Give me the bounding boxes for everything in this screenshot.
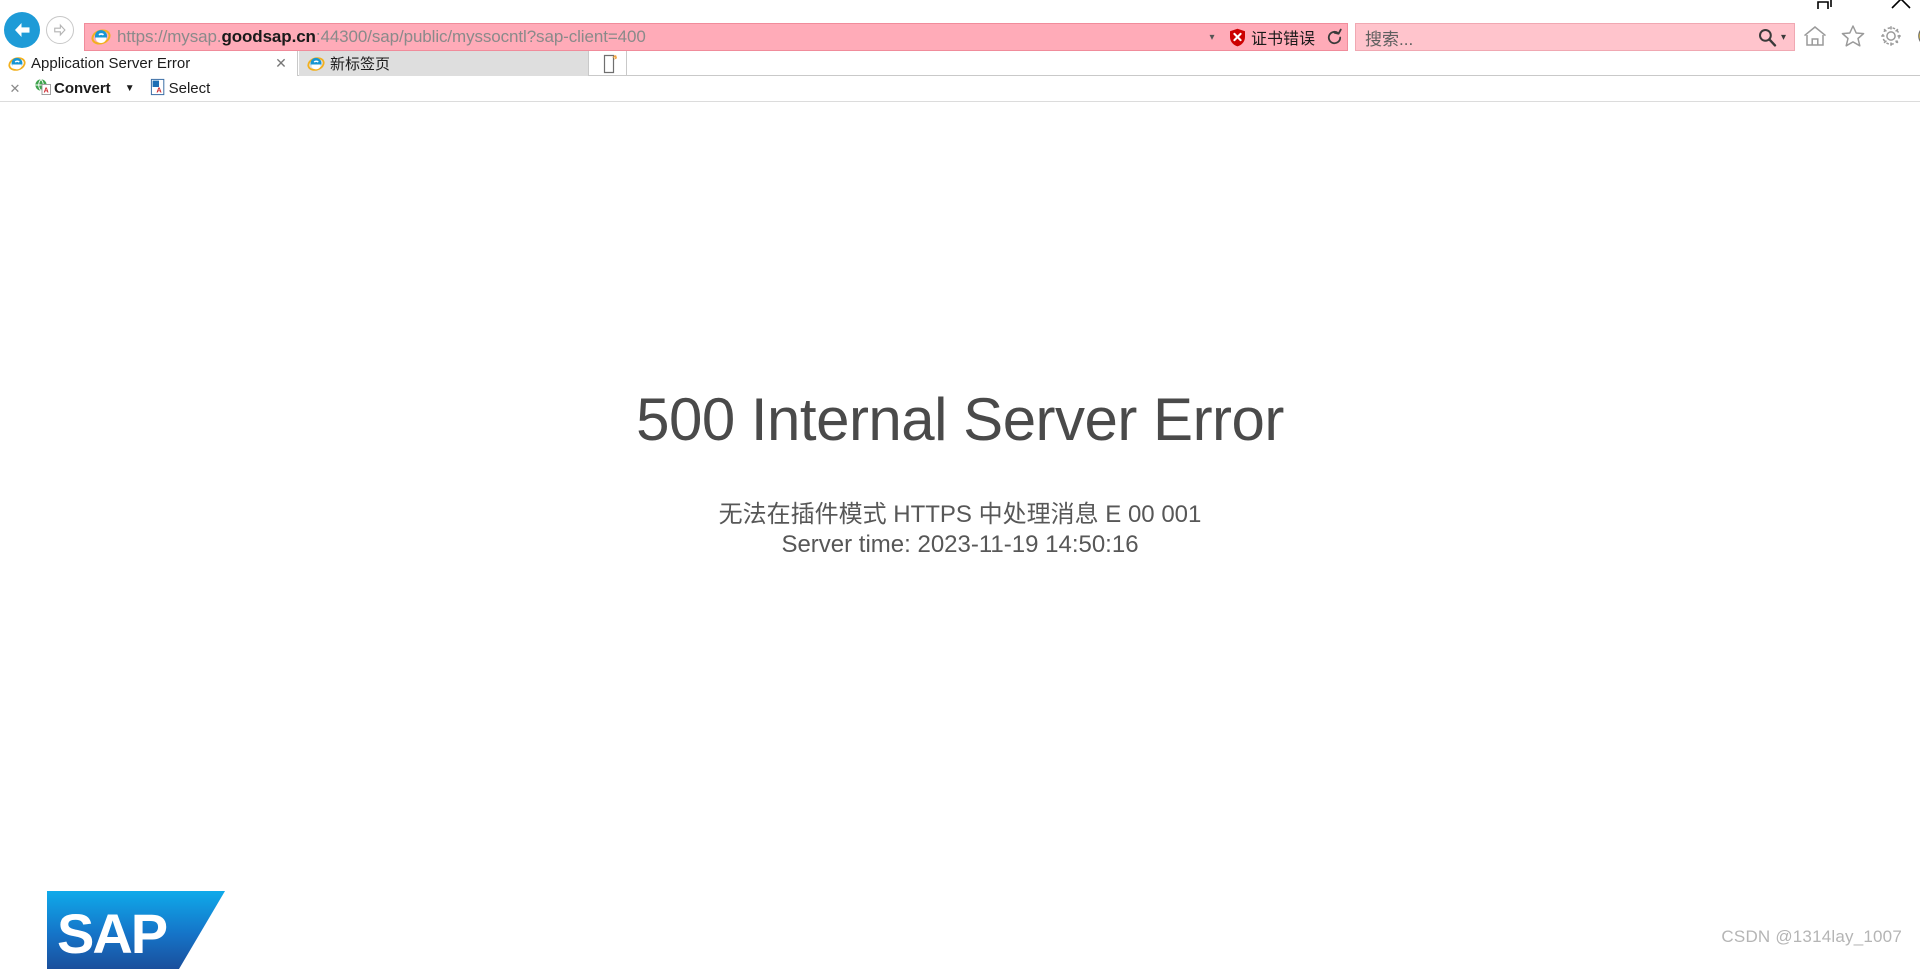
search-submit-button[interactable]: ▾ bbox=[1757, 27, 1794, 47]
url-protocol: https:// bbox=[117, 27, 168, 46]
select-label: Select bbox=[168, 80, 211, 97]
tab-label: 新标签页 bbox=[330, 56, 391, 73]
svg-text:A: A bbox=[44, 87, 49, 94]
sap-logo: SAP bbox=[47, 891, 225, 969]
convert-icon: A bbox=[34, 78, 52, 100]
smiley-feedback-icon[interactable] bbox=[1914, 21, 1920, 51]
csdn-watermark: CSDN @1314lay_1007 bbox=[1721, 927, 1902, 946]
adobe-pdf-command-bar: ✕ A Convert ▼ A Select bbox=[0, 76, 1920, 102]
certificate-error-label: 证书错误 bbox=[1250, 31, 1315, 48]
search-dropdown-caret-icon[interactable]: ▾ bbox=[1781, 32, 1786, 43]
tab-new-tab-page[interactable]: 新标签页 bbox=[299, 51, 589, 76]
refresh-icon bbox=[1327, 28, 1342, 44]
convert-button[interactable]: A Convert bbox=[30, 78, 115, 100]
refresh-button[interactable] bbox=[1321, 28, 1347, 47]
search-input[interactable]: 搜索... ▾ bbox=[1355, 23, 1795, 51]
command-bar-close-icon[interactable]: ✕ bbox=[0, 81, 30, 97]
select-icon: A bbox=[149, 78, 167, 100]
settings-gear-icon[interactable] bbox=[1876, 21, 1906, 51]
window-chrome-strip bbox=[0, 0, 1920, 11]
tab-application-server-error[interactable]: Application Server Error ✕ bbox=[0, 51, 298, 76]
address-bar-url: https://mysap.goodsap.cn:44300/sap/publi… bbox=[117, 27, 1201, 47]
home-icon[interactable] bbox=[1800, 21, 1830, 51]
new-tab-icon bbox=[603, 54, 617, 73]
convert-dropdown-caret-icon[interactable]: ▼ bbox=[115, 83, 145, 94]
server-time: Server time: 2023-11-19 14:50:16 bbox=[781, 531, 1139, 558]
address-dropdown-caret-icon[interactable]: ▾ bbox=[1201, 32, 1223, 43]
forward-arrow-icon bbox=[54, 23, 66, 37]
svg-text:SAP: SAP bbox=[57, 902, 167, 965]
svg-text:A: A bbox=[156, 85, 162, 94]
back-arrow-icon bbox=[15, 23, 30, 37]
url-host-prefix: mysap. bbox=[167, 27, 222, 46]
url-path: :44300/sap/public/myssocntl?sap-client=4… bbox=[315, 27, 646, 46]
browser-toolbar-icons bbox=[1800, 21, 1920, 51]
select-button[interactable]: A Select bbox=[145, 78, 215, 100]
new-tab-button[interactable] bbox=[595, 51, 627, 76]
search-placeholder: 搜索... bbox=[1365, 29, 1414, 49]
tab-favicon-icon bbox=[8, 55, 26, 73]
tab-bar: Application Server Error ✕ 新标签页 bbox=[0, 51, 1920, 76]
search-icon bbox=[1758, 28, 1777, 47]
error-details: 无法在插件模式 HTTPS 中处理消息 E 00 001 Server time… bbox=[0, 499, 1920, 559]
page-content-area: 500 Internal Server Error 无法在插件模式 HTTPS … bbox=[0, 103, 1920, 969]
tab-close-icon[interactable]: ✕ bbox=[273, 55, 289, 71]
address-bar[interactable]: https://mysap.goodsap.cn:44300/sap/publi… bbox=[84, 23, 1348, 51]
tab-label: Application Server Error bbox=[31, 55, 191, 72]
forward-button[interactable] bbox=[46, 16, 74, 44]
error-message: 无法在插件模式 HTTPS 中处理消息 E 00 001 bbox=[718, 501, 1202, 528]
certificate-error-shield-icon bbox=[1229, 28, 1245, 46]
page-title: 500 Internal Server Error bbox=[636, 386, 1284, 453]
certificate-error-button[interactable]: 证书错误 bbox=[1223, 25, 1321, 49]
convert-label: Convert bbox=[54, 80, 111, 97]
back-button[interactable] bbox=[4, 12, 40, 48]
url-host-domain: goodsap.cn bbox=[221, 27, 316, 46]
favorites-star-icon[interactable] bbox=[1838, 21, 1868, 51]
internet-explorer-icon bbox=[91, 27, 111, 47]
browser-navigation-bar: https://mysap.goodsap.cn:44300/sap/publi… bbox=[0, 9, 1920, 51]
tab-favicon-icon bbox=[307, 55, 325, 73]
